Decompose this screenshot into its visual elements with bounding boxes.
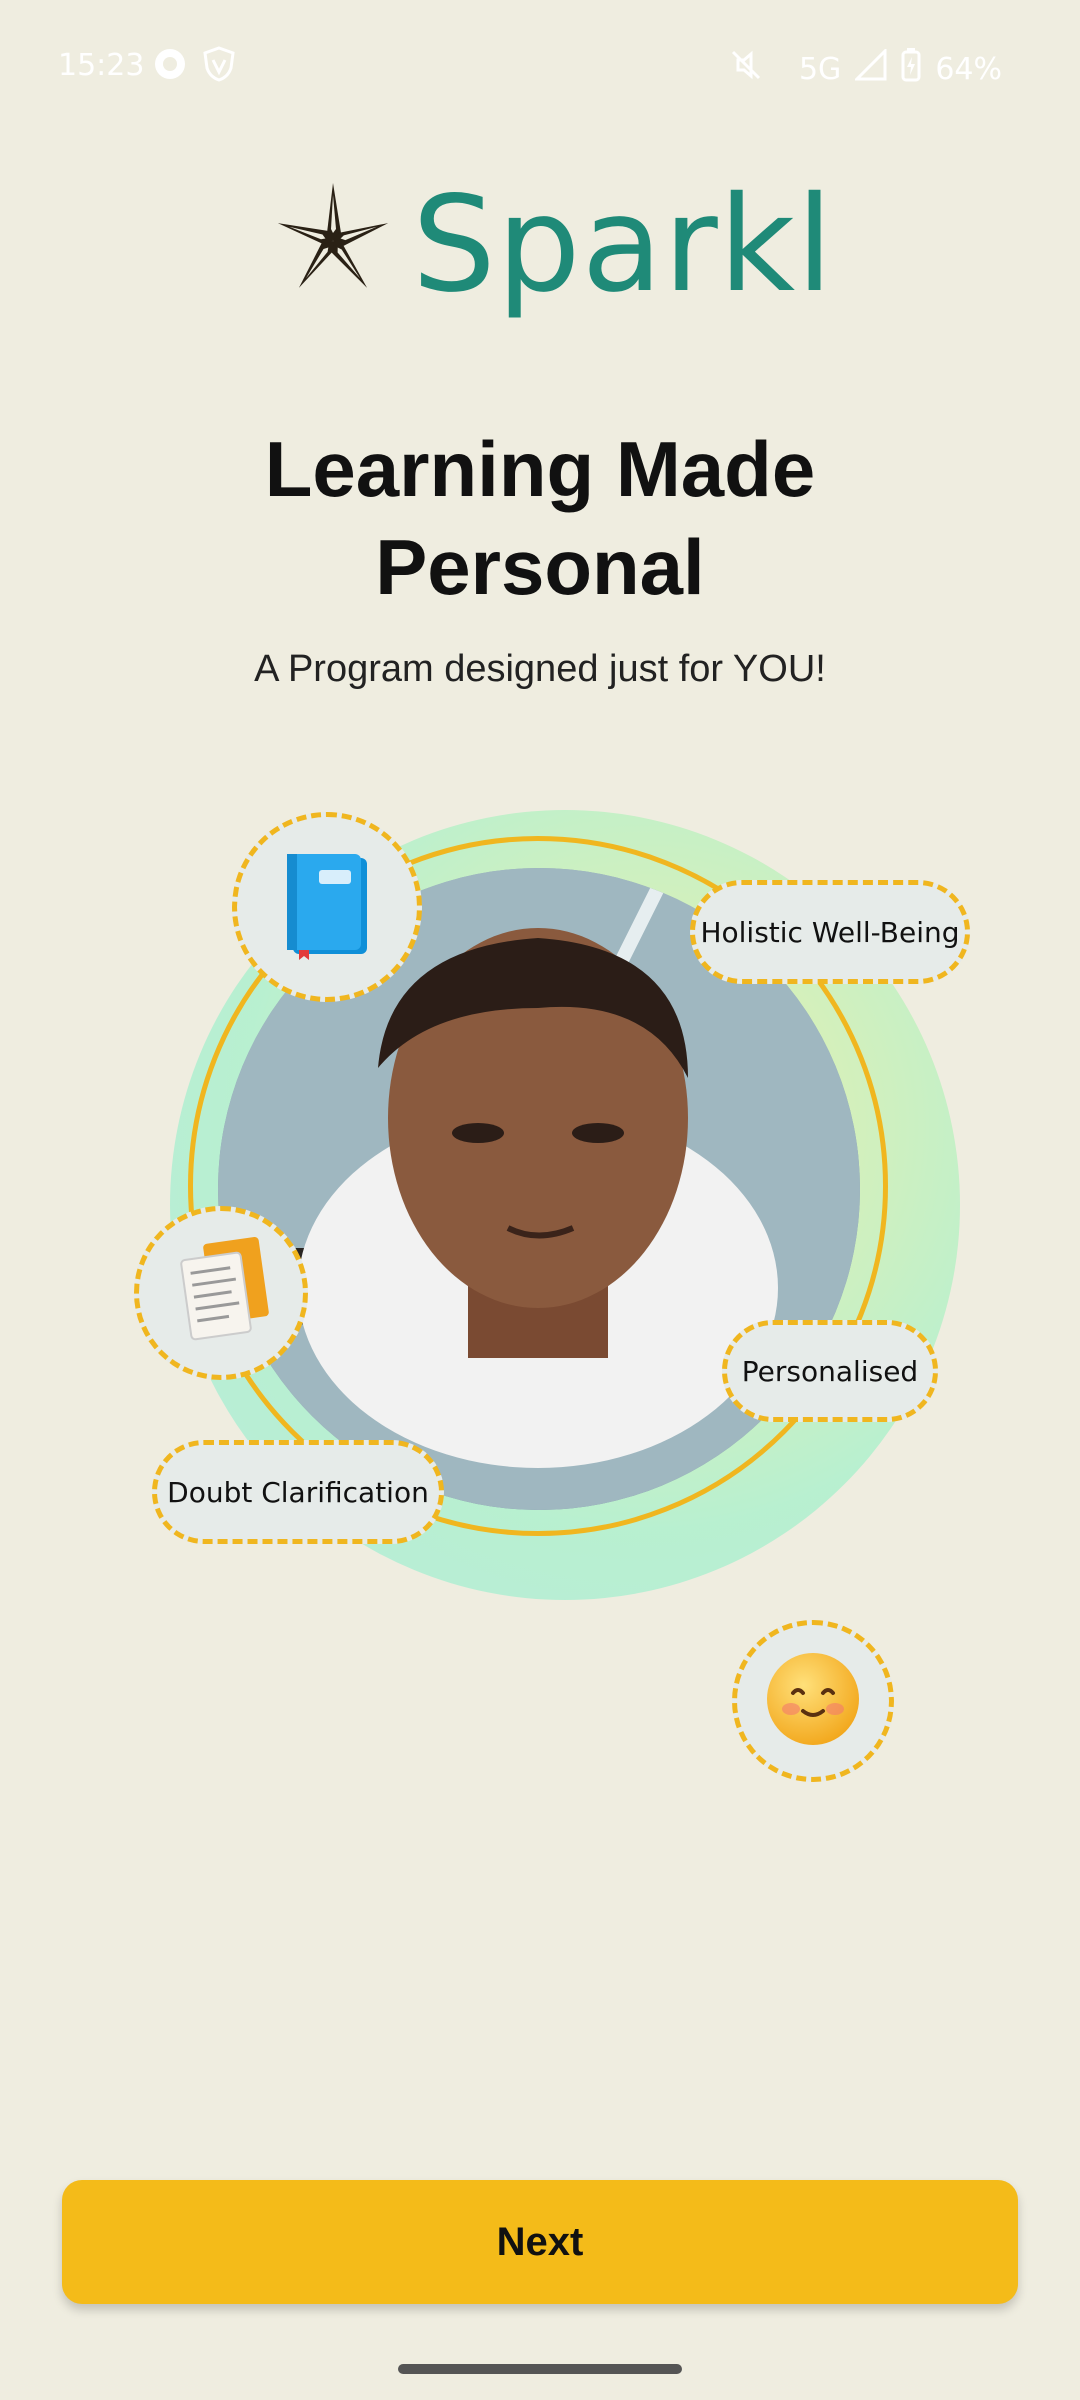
tag-personalised: Personalised: [722, 1320, 938, 1422]
signal-icon: [853, 47, 887, 89]
title-line-2: Personal: [375, 523, 705, 611]
hero-illustration: Holistic Well-Being Personalised Doubt C…: [0, 780, 1080, 1800]
next-button[interactable]: Next: [62, 2180, 1018, 2304]
battery-percent: 64%: [935, 51, 1002, 87]
tag-holistic-well-being: Holistic Well-Being: [690, 880, 970, 984]
battery-icon: [901, 48, 921, 90]
sparkl-star-icon: [270, 178, 396, 309]
status-bar: 15:23 5G 64%: [0, 0, 1080, 132]
mute-icon: [729, 48, 763, 90]
documents-bubble: [134, 1206, 308, 1380]
record-icon: [152, 46, 188, 87]
documents-icon: [168, 1234, 274, 1353]
book-bubble: [232, 812, 422, 1002]
vpn-shield-icon: [202, 46, 236, 87]
smiley-bubble: [732, 1620, 894, 1782]
sparkl-logo: Sparkl: [270, 170, 833, 320]
page-subtitle: A Program designed just for YOU!: [254, 648, 826, 690]
tag-doubt-clarification: Doubt Clarification: [152, 1440, 444, 1544]
page-title: Learning Made Personal: [0, 420, 1080, 616]
book-icon: [279, 850, 375, 965]
smiley-icon: [763, 1649, 863, 1754]
home-indicator[interactable]: [398, 2364, 682, 2374]
title-line-1: Learning Made: [264, 425, 816, 513]
logo-text: Sparkl: [412, 168, 834, 322]
status-time: 15:23: [58, 48, 145, 83]
network-type: 5G: [798, 51, 842, 87]
